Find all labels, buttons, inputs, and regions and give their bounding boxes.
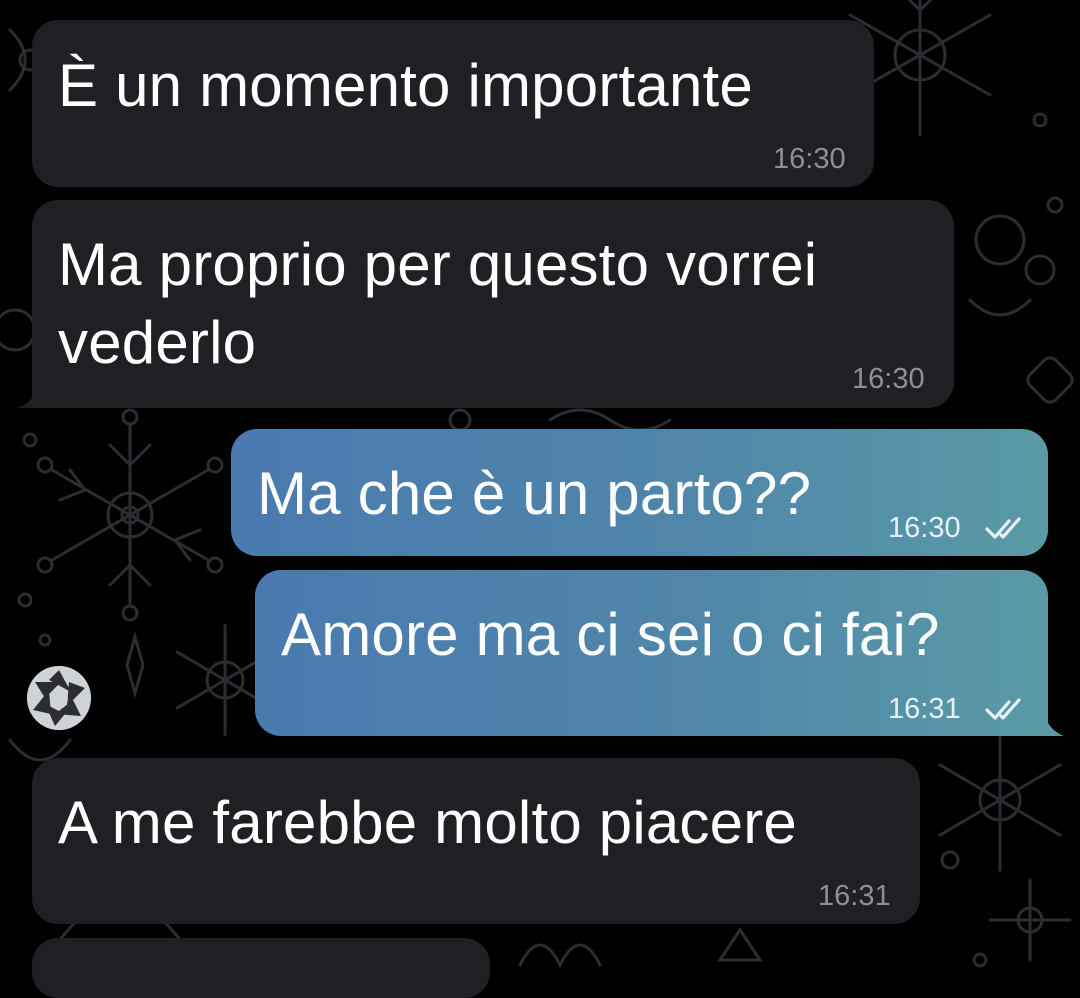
double-check-icon [985,517,1021,539]
message-timestamp: 16:30 [852,363,925,395]
message-text: È un momento importante [58,52,753,119]
incoming-message-bubble-partial[interactable] [32,938,490,998]
message-text: vederlo [58,309,257,376]
incoming-message-bubble[interactable]: È un momento importante 16:30 [32,20,874,187]
message-timestamp: 16:31 [818,880,891,912]
message-text: A me farebbe molto piacere [58,789,797,856]
incoming-message-bubble[interactable]: Ma proprio per questo vorrei vederlo 16:… [32,200,954,408]
message-text: Ma che è un parto?? [257,460,812,527]
outgoing-message-bubble[interactable]: Amore ma ci sei o ci fai? 16:31 [255,570,1048,736]
message-timestamp: 16:30 [773,143,846,175]
incoming-message-bubble[interactable]: A me farebbe molto piacere 16:31 [32,758,920,924]
message-text: Ma proprio per questo vorrei [58,231,818,298]
message-timestamp: 16:30 [888,512,961,544]
message-text: Amore ma ci sei o ci fai? [281,601,940,668]
outgoing-message-bubble[interactable]: Ma che è un parto?? 16:30 [231,429,1048,556]
message-timestamp: 16:31 [888,693,961,725]
double-check-icon [985,698,1021,720]
camera-shutter-icon[interactable] [27,666,91,730]
